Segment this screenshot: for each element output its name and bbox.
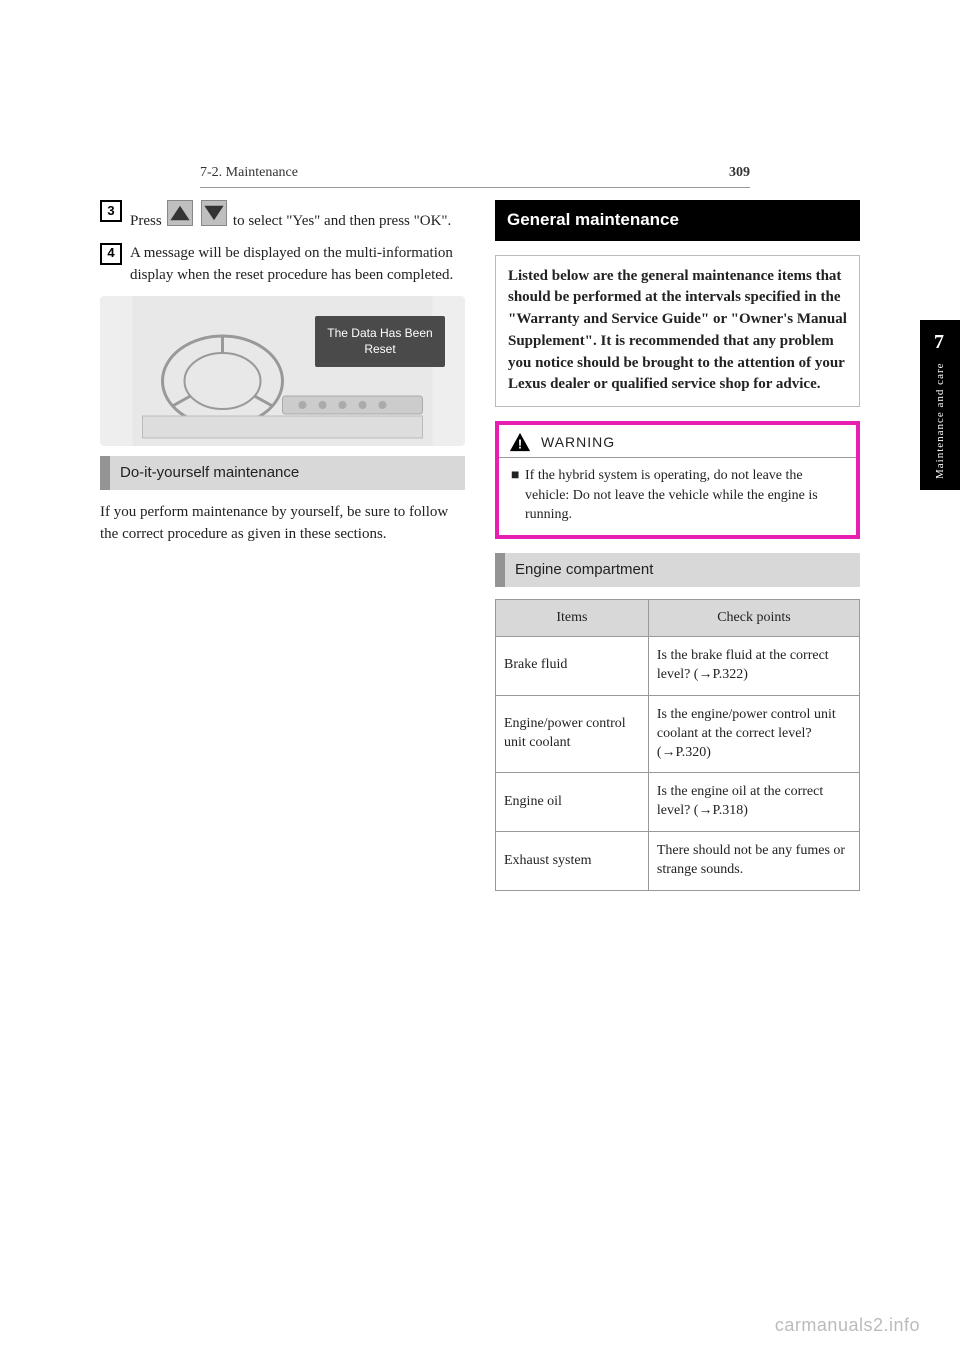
intro-box: Listed below are the general maintenance… [495, 255, 860, 408]
page: 7-2. Maintenance 309 Maintenance and car… [0, 0, 960, 1358]
table-item: Engine/power control unit coolant [496, 695, 649, 773]
side-tab-label: Maintenance and care [934, 362, 946, 479]
warning-header: ! WARNING [499, 425, 856, 458]
down-arrow-icon [201, 200, 227, 226]
step-4: 4 A message will be displayed on the mul… [100, 243, 465, 287]
table-row: Exhaust system There should not be any f… [496, 832, 860, 891]
right-column: General maintenance Listed below are the… [495, 200, 860, 891]
breadcrumb: 7-2. Maintenance [200, 165, 298, 181]
table-check: There should not be any fumes or strange… [648, 832, 859, 891]
table-item: Exhaust system [496, 832, 649, 891]
footer-brand: carmanuals2.info [775, 1315, 920, 1336]
left-column: 3 Press to select "Yes" and then press "… [100, 200, 465, 891]
warning-body-text: If the hybrid system is operating, do no… [525, 466, 844, 525]
warning-triangle-icon: ! [509, 431, 531, 453]
table-check: Is the brake fluid at the correct level?… [648, 636, 859, 695]
dashboard-illustration: The Data Has Been Reset [100, 296, 465, 446]
step-4-text: A message will be displayed on the multi… [130, 243, 465, 287]
table-item: Brake fluid [496, 636, 649, 695]
engine-compartment-heading: Engine compartment [495, 553, 860, 587]
step-3-text: Press to select "Yes" and then press "OK… [130, 200, 465, 233]
warning-body: ■ If the hybrid system is operating, do … [499, 458, 856, 535]
side-tab: Maintenance and care 7 [920, 320, 960, 490]
table-check: Is the engine oil at the correct level? … [648, 773, 859, 832]
svg-text:!: ! [518, 437, 522, 452]
side-tab-number: 7 [935, 331, 946, 354]
table-head-items: Items [496, 599, 649, 636]
diy-maintenance-heading: Do-it-yourself maintenance [100, 456, 465, 490]
content-columns: 3 Press to select "Yes" and then press "… [100, 200, 860, 891]
warning-box: ! WARNING ■ If the hybrid system is oper… [495, 421, 860, 539]
step-3-text-after: to select "Yes" and then press "OK". [233, 213, 451, 229]
table-item: Engine oil [496, 773, 649, 832]
page-header: 7-2. Maintenance 309 [200, 165, 750, 188]
table-check: Is the engine/power control unit coolant… [648, 695, 859, 773]
warning-title: WARNING [541, 432, 615, 452]
table-row: Engine/power control unit coolant Is the… [496, 695, 860, 773]
bullet-icon: ■ [511, 466, 525, 525]
table-row: Engine oil Is the engine oil at the corr… [496, 773, 860, 832]
step-number-3: 3 [100, 200, 122, 222]
illustration-display-label: The Data Has Been Reset [315, 316, 445, 367]
table-head-check: Check points [648, 599, 859, 636]
general-maintenance-heading: General maintenance [495, 200, 860, 241]
step-3-text-before: Press [130, 213, 165, 229]
up-arrow-icon [167, 200, 193, 226]
table-row: Brake fluid Is the brake fluid at the co… [496, 636, 860, 695]
diy-body-text: If you perform maintenance by yourself, … [100, 502, 465, 546]
step-3: 3 Press to select "Yes" and then press "… [100, 200, 465, 233]
step-number-4: 4 [100, 243, 122, 265]
engine-compartment-table: Items Check points Brake fluid Is the br… [495, 599, 860, 891]
page-number: 309 [729, 165, 750, 181]
